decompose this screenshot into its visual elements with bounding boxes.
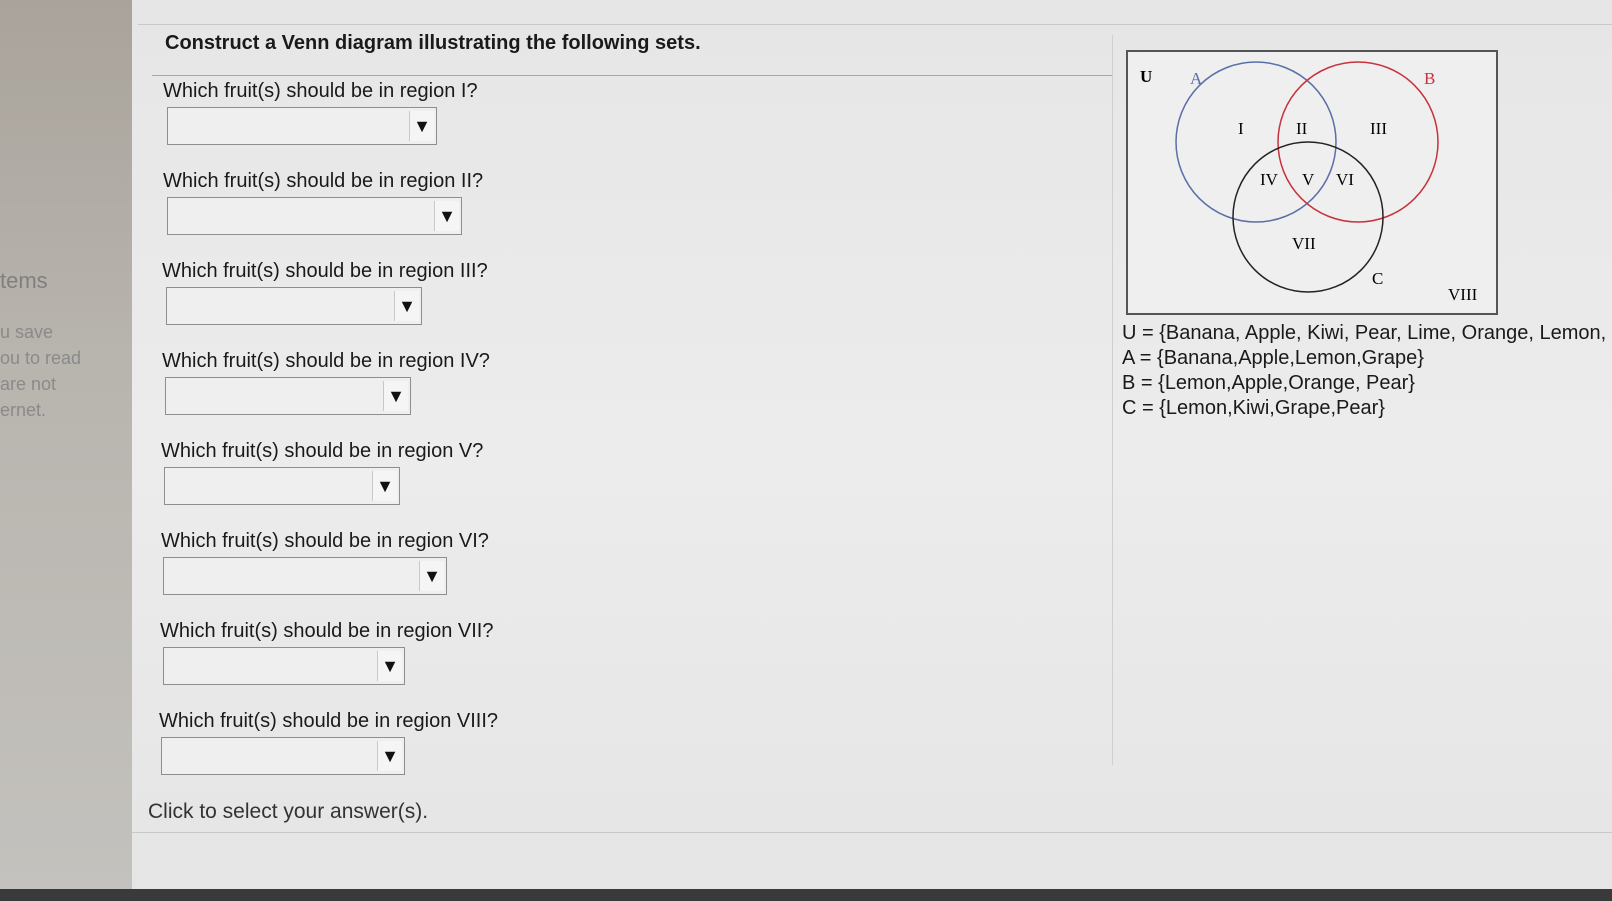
venn-region-7: VII xyxy=(1292,234,1316,253)
region-7-dropdown[interactable]: ▼ xyxy=(163,647,405,685)
sidebar-text-line: are not xyxy=(0,374,57,394)
question-region-6: Which fruit(s) should be in region VI? xyxy=(161,530,489,552)
panel-divider xyxy=(1112,35,1113,765)
region-8-dropdown[interactable]: ▼ xyxy=(161,737,405,775)
venn-region-8: VIII xyxy=(1448,285,1478,304)
region-5-dropdown[interactable]: ▼ xyxy=(164,467,400,505)
chevron-down-icon[interactable]: ▼ xyxy=(394,291,419,321)
footer-instruction: Click to select your answer(s). xyxy=(148,800,429,823)
region-3-dropdown[interactable]: ▼ xyxy=(166,287,422,325)
question-region-5: Which fruit(s) should be in region V? xyxy=(161,440,484,462)
chevron-down-icon[interactable]: ▼ xyxy=(434,201,459,231)
region-4-dropdown[interactable]: ▼ xyxy=(165,377,411,415)
set-definition-u: U = {Banana, Apple, Kiwi, Pear, Lime, Or… xyxy=(1122,322,1607,344)
venn-set-label-c: C xyxy=(1372,269,1383,288)
venn-region-6: VI xyxy=(1336,170,1354,189)
sidebar-text-line: ou to read xyxy=(0,348,82,368)
question-region-4: Which fruit(s) should be in region IV? xyxy=(162,350,490,372)
sidebar-text-line: u save xyxy=(0,322,54,342)
venn-diagram: U A B C I II III IV V VI VII VIII xyxy=(1126,50,1498,315)
screen-bezel xyxy=(0,889,1612,901)
top-rule xyxy=(138,24,1612,25)
heading-rule xyxy=(152,75,1112,76)
venn-region-3: III xyxy=(1370,119,1387,138)
venn-region-5: V xyxy=(1302,170,1315,189)
venn-diagram-svg: U A B C I II III IV V VI VII VIII xyxy=(1140,61,1478,304)
venn-circle-c xyxy=(1232,141,1384,293)
chevron-down-icon[interactable]: ▼ xyxy=(372,471,397,501)
region-2-dropdown[interactable]: ▼ xyxy=(167,197,462,235)
venn-set-label-a: A xyxy=(1190,69,1203,88)
set-definition-a: A = {Banana,Apple,Lemon,Grape} xyxy=(1122,347,1424,369)
question-region-3: Which fruit(s) should be in region III? xyxy=(162,260,488,282)
chevron-down-icon[interactable]: ▼ xyxy=(419,561,444,591)
venn-set-label-b: B xyxy=(1424,69,1435,88)
set-definition-b: B = {Lemon,Apple,Orange, Pear} xyxy=(1122,372,1415,394)
venn-region-2: II xyxy=(1296,119,1308,138)
question-heading: Construct a Venn diagram illustrating th… xyxy=(165,32,701,54)
chevron-down-icon[interactable]: ▼ xyxy=(377,651,402,681)
bottom-rule xyxy=(132,832,1612,833)
question-region-7: Which fruit(s) should be in region VII? xyxy=(160,620,494,642)
chevron-down-icon[interactable]: ▼ xyxy=(409,111,434,141)
set-definition-c: C = {Lemon,Kiwi,Grape,Pear} xyxy=(1122,397,1385,419)
chevron-down-icon[interactable]: ▼ xyxy=(377,741,402,771)
question-region-1: Which fruit(s) should be in region I? xyxy=(163,80,478,102)
left-sidebar: tems u save ou to read are not ernet. xyxy=(0,0,132,901)
venn-universe-label: U xyxy=(1140,67,1152,86)
region-6-dropdown[interactable]: ▼ xyxy=(163,557,447,595)
sidebar-text-line: ernet. xyxy=(0,400,47,420)
question-region-8: Which fruit(s) should be in region VIII? xyxy=(159,710,499,732)
venn-region-1: I xyxy=(1238,119,1244,138)
region-1-dropdown[interactable]: ▼ xyxy=(167,107,437,145)
question-region-2: Which fruit(s) should be in region II? xyxy=(163,170,484,192)
chevron-down-icon[interactable]: ▼ xyxy=(383,381,408,411)
sidebar-title: tems xyxy=(0,268,48,293)
venn-region-4: IV xyxy=(1260,170,1279,189)
